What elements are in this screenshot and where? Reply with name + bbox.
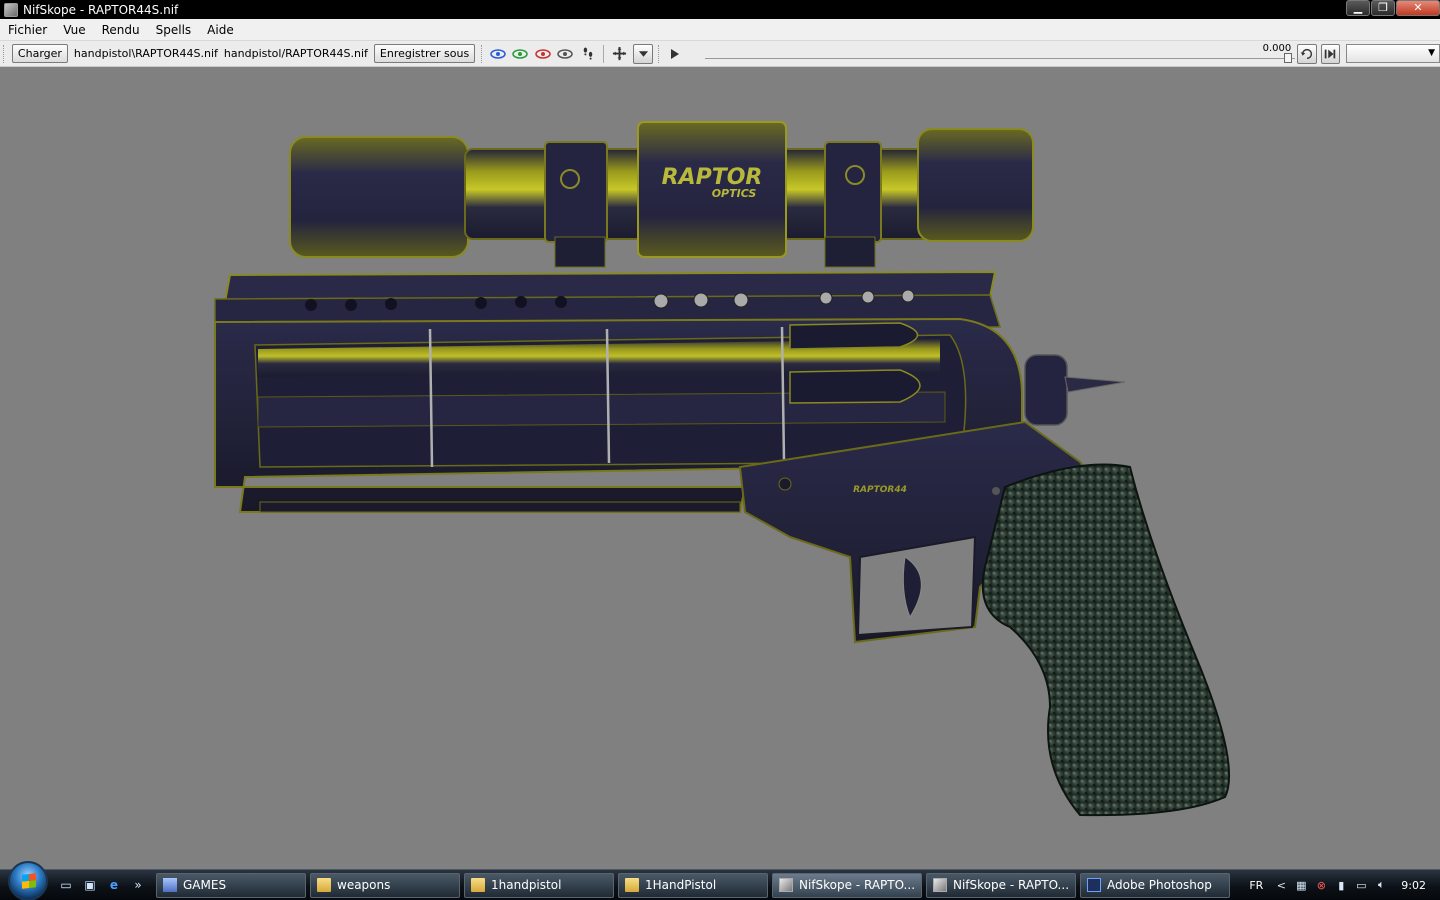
save-path-field[interactable]: handpistol/RAPTOR44S.nif: [221, 44, 371, 63]
security-alert-icon[interactable]: ⊗: [1313, 877, 1329, 893]
menu-aide[interactable]: Aide: [199, 19, 242, 41]
task-photoshop[interactable]: Adobe Photoshop: [1080, 872, 1230, 898]
task-label: NifSkope - RAPTO...: [799, 878, 916, 892]
menu-fichier[interactable]: Fichier: [0, 19, 55, 41]
quicklaunch-overflow[interactable]: »: [128, 876, 148, 894]
task-1HandPistol[interactable]: 1HandPistol: [618, 872, 768, 898]
hammer: [1024, 354, 1126, 426]
show-desktop-icon[interactable]: ▭: [56, 876, 76, 894]
clock[interactable]: 9:02: [1401, 879, 1426, 892]
minimize-button[interactable]: ▁: [1346, 0, 1370, 16]
load-button[interactable]: Charger: [11, 44, 68, 63]
monitor-icon[interactable]: ▭: [1353, 877, 1369, 893]
eye-gray-icon[interactable]: [556, 44, 574, 63]
nifskope-icon: [933, 878, 947, 892]
folder-icon: [625, 878, 639, 892]
title-bar: NifSkope - RAPTOR44S.nif ▁ ❐ ✕: [0, 0, 1440, 19]
task-label: 1HandPistol: [645, 878, 717, 892]
task-nifskope-1[interactable]: NifSkope - RAPTO...: [772, 872, 922, 898]
toolbar-separator: [603, 44, 605, 63]
eye-red-icon[interactable]: [534, 44, 552, 63]
taskbar: ▭ ▣ e » GAMES weapons 1handpistol 1HandP…: [0, 861, 1440, 900]
windows-logo-icon: [22, 873, 36, 889]
photoshop-icon: [1087, 878, 1101, 892]
menu-rendu[interactable]: Rendu: [94, 19, 148, 41]
dropdown-arrow-icon[interactable]: [633, 43, 653, 64]
grip: [981, 463, 1231, 817]
switch-icon[interactable]: [1320, 43, 1340, 64]
switch-windows-icon[interactable]: ▣: [80, 876, 100, 894]
toolbar-grip[interactable]: [3, 44, 6, 63]
scope-sub-text: OPTICS: [712, 187, 757, 200]
menu-spells[interactable]: Spells: [148, 19, 200, 41]
menu-bar: Fichier Vue Rendu Spells Aide: [0, 19, 1440, 41]
animation-select[interactable]: ▼: [1345, 44, 1440, 63]
slider-handle[interactable]: [1284, 52, 1293, 63]
eye-green-icon[interactable]: [511, 44, 529, 63]
window-controls: ▁ ❐ ✕: [1345, 0, 1440, 17]
network-icon[interactable]: ▦: [1293, 877, 1309, 893]
task-label: 1handpistol: [491, 878, 562, 892]
task-1handpistol[interactable]: 1handpistol: [464, 872, 614, 898]
task-nifskope-2[interactable]: NifSkope - RAPTO...: [926, 872, 1076, 898]
toolbar-grip[interactable]: [481, 44, 484, 63]
chevron-down-icon: ▼: [1428, 48, 1435, 58]
folder-icon: [317, 878, 331, 892]
battery-icon[interactable]: ▮: [1333, 877, 1349, 893]
eye-blue-icon[interactable]: [489, 44, 507, 63]
frame-label-text: RAPTOR44: [853, 485, 907, 495]
close-button[interactable]: ✕: [1396, 0, 1440, 16]
task-label: weapons: [337, 878, 391, 892]
task-games[interactable]: GAMES: [156, 872, 306, 898]
loop-icon[interactable]: [1297, 43, 1317, 64]
task-label: Adobe Photoshop: [1107, 878, 1212, 892]
task-label: NifSkope - RAPTO...: [953, 878, 1070, 892]
render-viewport[interactable]: RAPTOR OPTICS RAPTOR44: [0, 67, 1440, 869]
internet-explorer-icon[interactable]: e: [104, 876, 124, 894]
save-as-button[interactable]: Enregistrer sous: [373, 44, 476, 63]
toolbar: Charger handpistol\RAPTOR44S.nif handpis…: [0, 41, 1440, 67]
task-label: GAMES: [183, 878, 227, 892]
load-path-field[interactable]: handpistol\RAPTOR44S.nif: [71, 44, 221, 63]
start-button[interactable]: [8, 861, 48, 900]
animation-time-slider[interactable]: 0.000: [704, 42, 1296, 66]
slider-track[interactable]: [704, 57, 1296, 59]
language-indicator[interactable]: FR: [1249, 879, 1263, 892]
toolbar-grip[interactable]: [657, 44, 661, 63]
volume-icon[interactable]: 🔈︎: [1373, 877, 1389, 893]
move-cross-icon[interactable]: [610, 44, 629, 64]
tray-expand-icon[interactable]: <: [1273, 877, 1289, 893]
folder-icon: [471, 878, 485, 892]
games-icon: [163, 878, 177, 892]
footsteps-icon[interactable]: [578, 44, 597, 64]
task-weapons[interactable]: weapons: [310, 872, 460, 898]
window-title: NifSkope - RAPTOR44S.nif: [23, 2, 179, 17]
menu-vue[interactable]: Vue: [55, 19, 93, 41]
nifskope-icon: [779, 878, 793, 892]
scope: RAPTOR OPTICS: [289, 121, 1034, 268]
raptor-revolver-model: RAPTOR OPTICS RAPTOR44: [214, 121, 1231, 817]
play-icon[interactable]: [666, 44, 685, 64]
nifskope-app-icon: [4, 2, 18, 17]
system-tray: FR < ▦ ⊗ ▮ ▭ 🔈︎ 9:02: [1241, 870, 1440, 900]
restore-button[interactable]: ❐: [1371, 0, 1395, 16]
